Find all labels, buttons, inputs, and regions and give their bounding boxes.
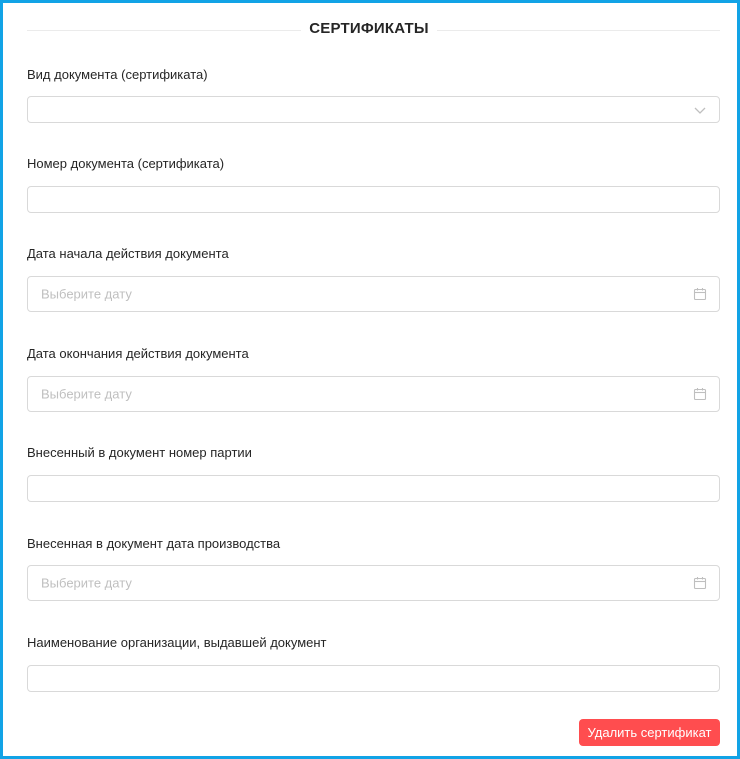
document-type-label: Вид документа (сертификата) (27, 67, 208, 82)
start-date-label: Дата начала действия документа (27, 246, 229, 261)
batch-number-label: Внесенный в документ номер партии (27, 445, 252, 460)
issuing-organization-input[interactable] (27, 665, 720, 692)
end-date-picker[interactable]: Выберите дату (27, 376, 720, 412)
end-date-label: Дата окончания действия документа (27, 346, 249, 361)
production-date-label: Внесенная в документ дата производства (27, 536, 281, 551)
divider-line (27, 30, 301, 31)
certificates-panel: СЕРТИФИКАТЫ Вид документа (сертификата) … (0, 0, 740, 759)
calendar-icon (693, 576, 707, 590)
document-number-input[interactable] (27, 186, 720, 213)
production-date-picker[interactable]: Выберите дату (27, 565, 720, 601)
end-date-placeholder: Выберите дату (41, 386, 132, 402)
production-date-placeholder: Выберите дату (41, 575, 132, 591)
section-header: СЕРТИФИКАТЫ (27, 17, 720, 43)
calendar-icon (693, 387, 707, 401)
start-date-picker[interactable]: Выберите дату (27, 276, 720, 312)
delete-certificate-button[interactable]: Удалить сертификат (579, 719, 720, 746)
issuing-organization-label: Наименование организации, выдавшей докум… (27, 635, 327, 650)
calendar-icon (693, 287, 707, 301)
divider-line (437, 30, 720, 31)
document-number-label: Номер документа (сертификата) (27, 156, 225, 171)
batch-number-input[interactable] (27, 475, 720, 502)
document-type-select[interactable] (27, 96, 720, 123)
start-date-placeholder: Выберите дату (41, 286, 132, 302)
section-title: СЕРТИФИКАТЫ (309, 20, 429, 37)
chevron-down-icon (693, 103, 707, 117)
